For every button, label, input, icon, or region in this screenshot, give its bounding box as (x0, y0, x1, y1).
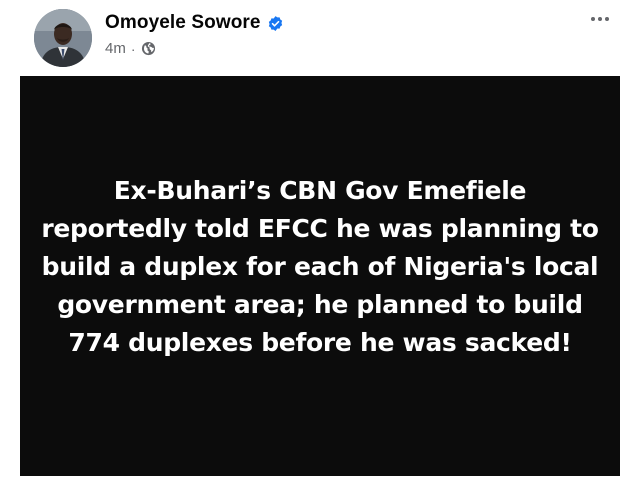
author-name[interactable]: Omoyele Sowore (105, 12, 261, 34)
post-options-button[interactable] (582, 6, 618, 32)
post-text-card: Ex-Buhari’s CBN Gov Emefiele reportedly … (20, 76, 620, 476)
globe-icon[interactable] (141, 41, 156, 56)
avatar[interactable] (34, 9, 92, 67)
verified-badge-icon (267, 15, 284, 32)
post-time[interactable]: 4m (105, 40, 126, 57)
more-horizontal-icon (591, 17, 609, 21)
post-text: Ex-Buhari’s CBN Gov Emefiele reportedly … (41, 176, 599, 357)
facebook-post: Omoyele Sowore 4m · Ex-Buhari’s CBN Gov … (0, 0, 640, 493)
profile-photo (34, 9, 92, 67)
post-meta: 4m · (105, 40, 156, 57)
meta-separator: · (130, 40, 136, 57)
author-row: Omoyele Sowore (105, 12, 284, 34)
